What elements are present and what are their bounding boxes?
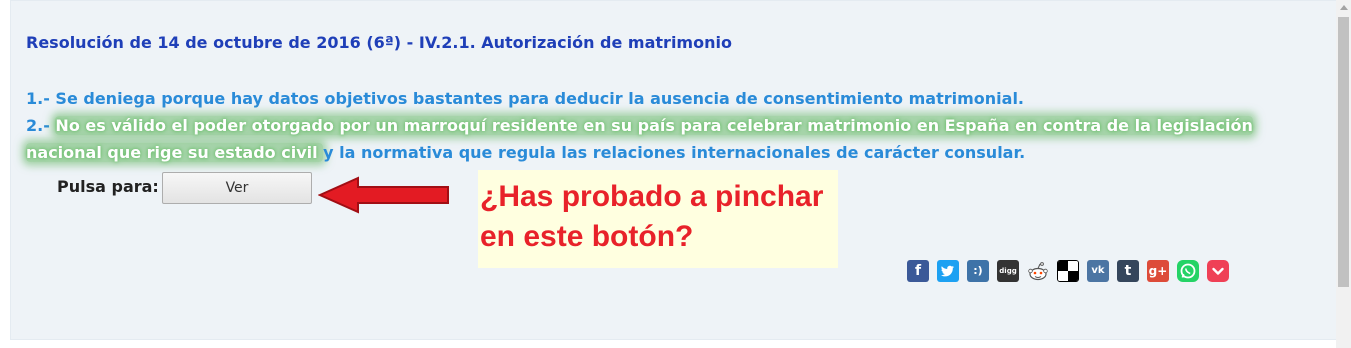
vertical-scrollbar[interactable] (1336, 0, 1351, 348)
tumblr-icon[interactable]: t (1117, 260, 1139, 282)
pocket-icon[interactable] (1207, 260, 1229, 282)
reddit-alien-icon (1028, 262, 1048, 281)
google-plus-icon[interactable]: g+ (1147, 260, 1169, 282)
point-2-prefix: 2.- (26, 116, 56, 135)
meneame-icon[interactable]: :) (967, 260, 989, 282)
point-2-highlight-b: nacional que rige su estado civil (26, 143, 324, 162)
digg-icon[interactable]: digg (997, 260, 1019, 282)
facebook-icon[interactable]: f (907, 260, 929, 282)
delicious-icon[interactable] (1057, 260, 1079, 282)
point-2-highlight-a: No es válido el poder otorgado por un ma… (55, 116, 1253, 135)
callout-line-2: en este botón? (480, 220, 694, 253)
callout-box: ¿Has probado a pinchar en este botón? (478, 170, 838, 268)
pocket-chevron-icon (1212, 267, 1224, 275)
whatsapp-icon[interactable] (1177, 260, 1199, 282)
point-2-line-1: 2.- No es válido el poder otorgado por u… (26, 116, 1253, 135)
share-bar: f :) digg vk t g+ (907, 260, 1229, 284)
red-arrow-icon (318, 176, 449, 214)
reddit-icon[interactable] (1027, 260, 1049, 282)
resolution-title: Resolución de 14 de octubre de 2016 (6ª)… (26, 33, 732, 52)
ver-button[interactable]: Ver (162, 172, 312, 204)
callout-text: ¿Has probado a pinchar en este botón? (480, 177, 840, 257)
point-1-text: 1.- Se deniega porque hay datos objetivo… (26, 89, 1024, 108)
vk-icon[interactable]: vk (1087, 260, 1109, 282)
whatsapp-phone-icon (1180, 263, 1196, 279)
delicious-squares-icon (1058, 261, 1078, 281)
scroll-up-arrow-icon[interactable] (1336, 0, 1351, 15)
callout-line-1: ¿Has probado a pinchar (480, 180, 824, 213)
scroll-thumb[interactable] (1338, 17, 1349, 287)
twitter-bird-icon (941, 265, 955, 277)
twitter-icon[interactable] (937, 260, 959, 282)
pulsa-label: Pulsa para: (57, 177, 159, 196)
point-2-line-2: nacional que rige su estado civil y la n… (26, 143, 1025, 162)
point-2-rest: y la normativa que regula las relaciones… (323, 143, 1026, 162)
